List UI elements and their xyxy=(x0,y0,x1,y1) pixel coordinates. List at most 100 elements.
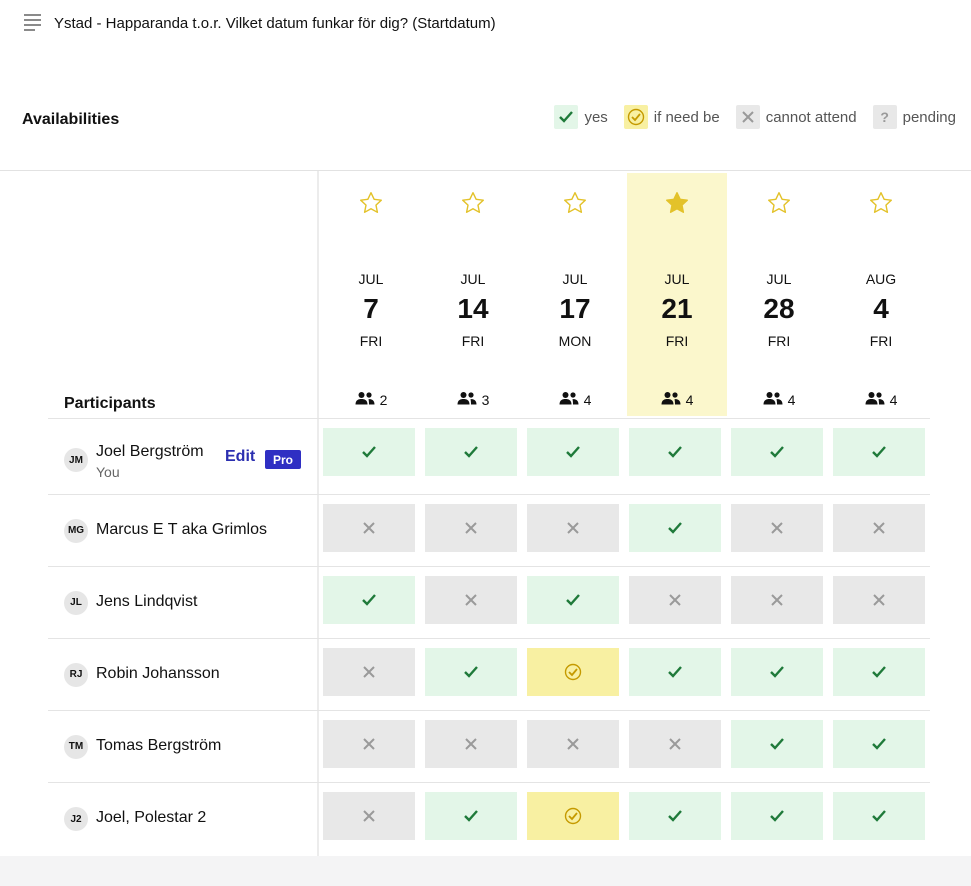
vote-cell[interactable] xyxy=(425,720,517,768)
vote-cell[interactable] xyxy=(527,504,619,552)
avatar: JM xyxy=(64,448,88,472)
vote-cell[interactable] xyxy=(323,428,415,476)
yes-check-icon xyxy=(770,446,784,458)
participant-name: Jens Lindqvist xyxy=(96,592,198,610)
participant-name: Joel, Polestar 2 xyxy=(96,809,207,826)
date-column-header: JUL 14 FRI 3 xyxy=(423,173,523,416)
cannot-attend-x-icon xyxy=(363,522,375,534)
vote-cell[interactable] xyxy=(323,792,415,840)
date-column-header: AUG 4 FRI 4 xyxy=(831,173,931,416)
vote-cell[interactable] xyxy=(731,428,823,476)
row-divider xyxy=(48,418,930,419)
date-weekday: FRI xyxy=(359,333,383,349)
vote-cell[interactable] xyxy=(629,576,721,624)
star-filled-icon[interactable] xyxy=(664,190,690,216)
vote-cell[interactable] xyxy=(527,648,619,696)
vote-cell[interactable] xyxy=(833,428,925,476)
date-weekday: FRI xyxy=(767,333,791,349)
cannot-attend-x-icon xyxy=(465,594,477,606)
cannot-attend-x-icon xyxy=(465,738,477,750)
avatar: RJ xyxy=(64,662,88,687)
date-day: 28 xyxy=(763,293,795,324)
star-outline-icon[interactable] xyxy=(562,190,588,216)
vote-cell[interactable] xyxy=(833,792,925,840)
legend-if-need-be: if need be xyxy=(623,105,720,129)
vote-cell[interactable] xyxy=(731,648,823,696)
people-icon xyxy=(865,391,890,408)
vote-cell[interactable] xyxy=(323,720,415,768)
vote-cell[interactable] xyxy=(629,720,721,768)
cannot-attend-x-icon xyxy=(771,522,783,534)
star-outline-icon[interactable] xyxy=(358,190,384,216)
legend-pending: ? pending xyxy=(872,105,956,129)
availabilities-heading: Availabilities xyxy=(22,111,120,128)
vote-cell[interactable] xyxy=(527,792,619,840)
date-column-header: JUL 7 FRI 2 xyxy=(321,173,421,416)
poll-description: Ystad - Happaranda t.o.r. Vilket datum f… xyxy=(54,15,496,32)
legend-pending-label: pending xyxy=(902,108,956,126)
vote-cell[interactable] xyxy=(527,576,619,624)
date-column-header: JUL 21 FRI 4 xyxy=(627,173,727,416)
vote-cell[interactable] xyxy=(425,792,517,840)
cannot-attend-x-icon xyxy=(567,522,579,534)
participant-name: Robin Johansson xyxy=(96,664,220,682)
vote-cell[interactable] xyxy=(629,792,721,840)
vote-cell[interactable] xyxy=(629,428,721,476)
avatar: TM xyxy=(64,734,88,759)
cannot-attend-x-icon xyxy=(363,738,375,750)
vote-cell[interactable] xyxy=(731,576,823,624)
avatar: J2 xyxy=(64,807,88,831)
participants-heading: Participants xyxy=(64,395,156,412)
vote-cell[interactable] xyxy=(833,504,925,552)
participant-count: 4 xyxy=(627,391,727,408)
date-month: JUL xyxy=(562,271,588,287)
avatar: MG xyxy=(64,518,88,543)
star-outline-icon[interactable] xyxy=(766,190,792,216)
people-icon xyxy=(457,391,482,408)
vote-cell[interactable] xyxy=(629,648,721,696)
yes-check-icon xyxy=(770,810,784,822)
yes-check-icon xyxy=(770,738,784,750)
legend: yes if need be cannot attend ? pending xyxy=(538,105,956,129)
vote-cell[interactable] xyxy=(731,504,823,552)
vote-cell[interactable] xyxy=(527,428,619,476)
vote-cell[interactable] xyxy=(425,504,517,552)
vote-cell[interactable] xyxy=(629,504,721,552)
pending-question-icon: ? xyxy=(872,105,897,129)
vote-cell[interactable] xyxy=(731,720,823,768)
edit-link[interactable]: Edit xyxy=(225,448,255,466)
date-month: JUL xyxy=(766,271,792,287)
vote-cell[interactable] xyxy=(323,504,415,552)
date-weekday: FRI xyxy=(461,333,485,349)
participant-count-value: 4 xyxy=(889,391,898,408)
participant-count: 3 xyxy=(423,391,523,408)
participant-count-value: 4 xyxy=(583,391,592,408)
date-column-header: JUL 17 MON 4 xyxy=(525,173,625,416)
people-icon xyxy=(661,391,686,408)
participant-count-value: 4 xyxy=(787,391,796,408)
vote-cell[interactable] xyxy=(833,648,925,696)
date-day: 14 xyxy=(457,293,489,324)
vote-cell[interactable] xyxy=(425,576,517,624)
star-outline-icon[interactable] xyxy=(868,190,894,216)
cannot-attend-x-icon xyxy=(465,522,477,534)
vote-cell[interactable] xyxy=(425,648,517,696)
header-divider xyxy=(0,170,971,171)
vote-cell[interactable] xyxy=(323,576,415,624)
vote-cell[interactable] xyxy=(731,792,823,840)
star-outline-icon[interactable] xyxy=(460,190,486,216)
current-user-label: You xyxy=(96,464,120,480)
date-weekday: FRI xyxy=(869,333,893,349)
cannot-attend-x-icon xyxy=(873,594,885,606)
yes-check-icon xyxy=(554,105,579,129)
vote-cell[interactable] xyxy=(323,648,415,696)
vote-cell[interactable] xyxy=(833,576,925,624)
pro-badge: Pro xyxy=(265,450,301,469)
vote-cell[interactable] xyxy=(833,720,925,768)
vote-cell[interactable] xyxy=(527,720,619,768)
participant-count-value: 3 xyxy=(481,391,490,408)
participant-name: Joel Bergström xyxy=(96,443,204,460)
date-month: JUL xyxy=(460,271,486,287)
date-day: 21 xyxy=(661,293,693,324)
vote-cell[interactable] xyxy=(425,428,517,476)
